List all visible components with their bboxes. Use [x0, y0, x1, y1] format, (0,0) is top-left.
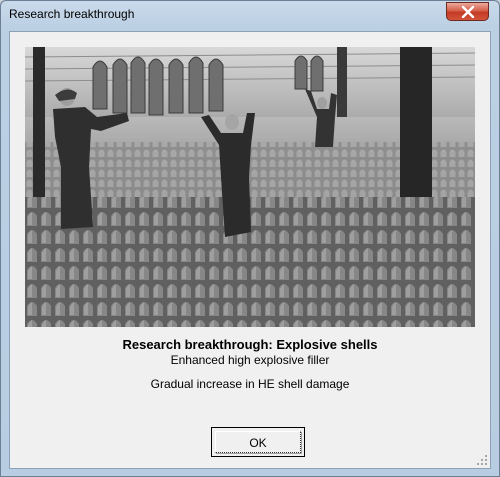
- title-bar[interactable]: Research breakthrough: [1, 1, 499, 27]
- close-icon: [461, 6, 475, 18]
- research-dialog-window: Research breakthrough Research breakthro…: [0, 0, 500, 477]
- research-image: [25, 47, 475, 327]
- dialog-content: Research breakthrough: Explosive shells …: [9, 31, 491, 469]
- window-title: Research breakthrough: [9, 7, 135, 21]
- research-effect: Gradual increase in HE shell damage: [150, 377, 350, 391]
- research-name: Enhanced high explosive filler: [170, 353, 330, 367]
- research-heading: Research breakthrough: Explosive shells: [122, 337, 378, 352]
- close-button[interactable]: [446, 2, 489, 21]
- ok-button-label: OK: [249, 436, 267, 450]
- resize-grip-icon[interactable]: [476, 454, 488, 466]
- ok-button[interactable]: OK: [211, 427, 305, 457]
- photo-munitions-factory: [25, 47, 475, 327]
